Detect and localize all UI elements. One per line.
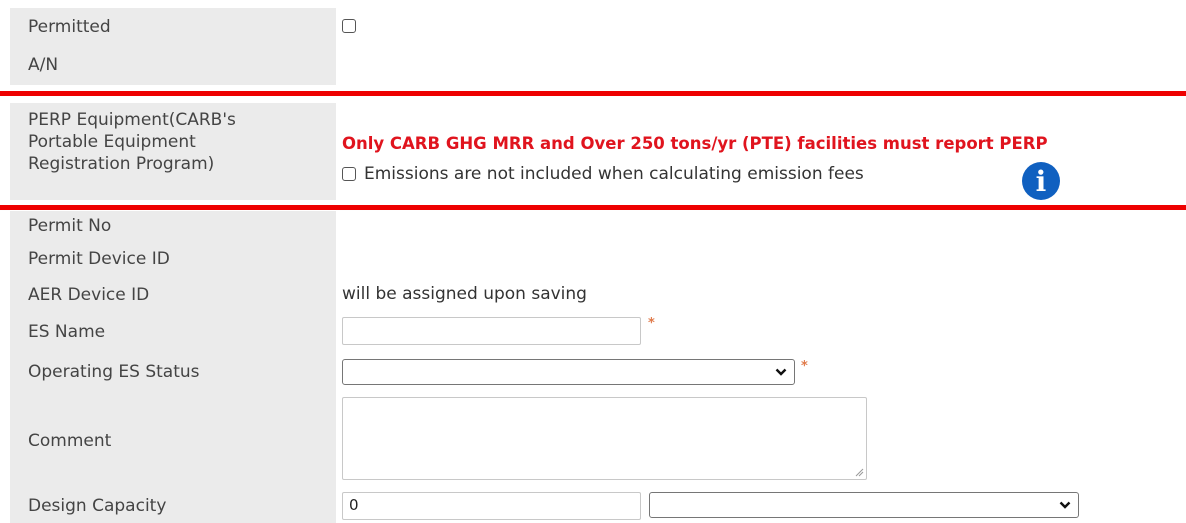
highlight-top-border xyxy=(0,91,1186,96)
chevron-down-icon xyxy=(1059,501,1071,509)
perp-label-text: PERP Equipment(CARB's Portable Equipment… xyxy=(28,110,236,174)
comment-label-text: Comment xyxy=(28,431,112,451)
an-label-text: A/N xyxy=(28,55,59,75)
operating-es-status-required-mark: * xyxy=(801,359,808,374)
aer-device-id-label-text: AER Device ID xyxy=(28,285,150,305)
aer-device-id-value: will be assigned upon saving xyxy=(342,284,587,304)
permit-no-label: Permit No xyxy=(10,211,336,241)
perp-warning: Only CARB GHG MRR and Over 250 tons/yr (… xyxy=(342,134,1048,153)
permit-no-label-text: Permit No xyxy=(28,216,112,236)
perp-label: PERP Equipment(CARB's Portable Equipment… xyxy=(10,103,336,200)
design-capacity-label-text: Design Capacity xyxy=(28,495,167,516)
resize-handle-icon[interactable] xyxy=(854,467,864,477)
permitted-checkbox[interactable] xyxy=(342,19,356,33)
permit-device-id-label: Permit Device ID xyxy=(10,241,336,277)
highlight-bottom-border xyxy=(0,205,1186,210)
permitted-checkbox-cell xyxy=(342,18,356,38)
design-capacity-label: Design Capacity xyxy=(10,488,336,523)
es-name-required-mark: * xyxy=(648,316,655,331)
permit-device-id-label-text: Permit Device ID xyxy=(28,249,170,269)
info-icon[interactable]: i xyxy=(1022,162,1060,200)
comment-textarea[interactable] xyxy=(342,397,867,480)
comment-label: Comment xyxy=(10,394,336,488)
es-name-label: ES Name xyxy=(10,313,336,350)
permitted-label: Permitted xyxy=(10,8,336,45)
perp-exclude-checkbox[interactable] xyxy=(342,167,356,181)
operating-es-status-label: Operating ES Status xyxy=(10,350,336,394)
design-capacity-unit-select[interactable] xyxy=(649,492,1079,518)
es-name-label-text: ES Name xyxy=(28,321,106,342)
perp-checkbox-row: Emissions are not included when calculat… xyxy=(342,164,864,184)
operating-es-status-label-text: Operating ES Status xyxy=(28,362,200,382)
es-name-input[interactable] xyxy=(342,317,641,345)
permitted-label-text: Permitted xyxy=(28,16,111,37)
info-icon-glyph: i xyxy=(1035,164,1047,198)
operating-es-status-select[interactable] xyxy=(342,359,795,385)
aer-device-id-label: AER Device ID xyxy=(10,277,336,313)
an-label: A/N xyxy=(10,45,336,85)
chevron-down-icon xyxy=(775,368,787,376)
design-capacity-input[interactable]: 0 xyxy=(342,492,641,520)
perp-checkbox-label: Emissions are not included when calculat… xyxy=(364,164,864,184)
